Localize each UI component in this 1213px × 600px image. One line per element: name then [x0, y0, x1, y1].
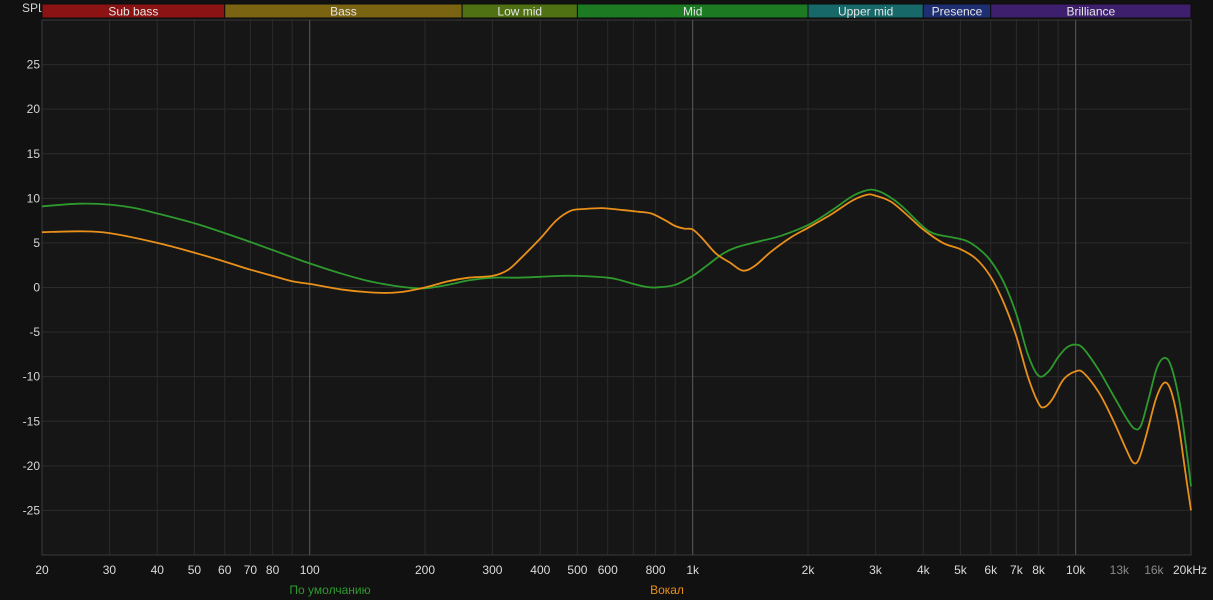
x-tick-label: 6k: [984, 563, 998, 577]
y-tick-label: 0: [33, 281, 40, 295]
x-tick-label: 50: [188, 563, 202, 577]
x-tick-label: 30: [103, 563, 117, 577]
x-tick-label: 300: [482, 563, 502, 577]
x-tick-label: 13k: [1110, 563, 1130, 577]
legend-entry: Вокал: [650, 583, 684, 597]
y-tick-label: 25: [27, 58, 41, 72]
y-tick-label: 20: [27, 102, 41, 116]
x-tick-label: 70: [244, 563, 258, 577]
x-tick-label: 4k: [917, 563, 931, 577]
x-tick-label: 600: [598, 563, 618, 577]
x-tick-label: 40: [151, 563, 165, 577]
x-tick-label: 500: [567, 563, 587, 577]
band-label: Low mid: [497, 5, 542, 19]
band-label: Brilliance: [1067, 5, 1116, 19]
x-tick-label: 800: [646, 563, 666, 577]
y-tick-label: 15: [27, 147, 41, 161]
y-tick-label: -15: [23, 414, 41, 428]
y-tick-label: -25: [23, 503, 41, 517]
x-tick-label: 60: [218, 563, 232, 577]
band-label: Upper mid: [838, 5, 893, 19]
band-label: Presence: [932, 5, 983, 19]
y-tick-label: -20: [23, 459, 41, 473]
x-tick-label: 8k: [1032, 563, 1046, 577]
x-tick-label: 3k: [869, 563, 883, 577]
x-tick-label: 5k: [954, 563, 968, 577]
y-tick-label: 10: [27, 191, 41, 205]
legend-entry: По умолчанию: [289, 583, 370, 597]
x-tick-label: 80: [266, 563, 280, 577]
band-label: Mid: [683, 5, 702, 19]
x-tick-label: 10k: [1066, 563, 1086, 577]
x-tick-label: 16k: [1144, 563, 1164, 577]
band-label: Bass: [330, 5, 357, 19]
x-tick-label: 2k: [802, 563, 816, 577]
frequency-response-chart: SPL Sub bass Bass Low mid Mid Upper mid Prese…: [0, 0, 1213, 600]
y-tick-label: -10: [23, 370, 41, 384]
x-tick-label: 200: [415, 563, 435, 577]
x-tick-label: 100: [300, 563, 320, 577]
frequency-bands: Sub bass Bass Low mid Mid Upper mid Presence B…: [41, 3, 1192, 19]
x-tick-label: 20: [35, 563, 49, 577]
band-label: Sub bass: [108, 5, 158, 19]
y-tick-label: -5: [29, 325, 40, 339]
x-tick-label: 20kHz: [1173, 563, 1207, 577]
x-tick-label: 7k: [1010, 563, 1024, 577]
x-tick-label: 1k: [686, 563, 700, 577]
y-tick-label: 5: [33, 236, 40, 250]
x-tick-label: 400: [530, 563, 550, 577]
